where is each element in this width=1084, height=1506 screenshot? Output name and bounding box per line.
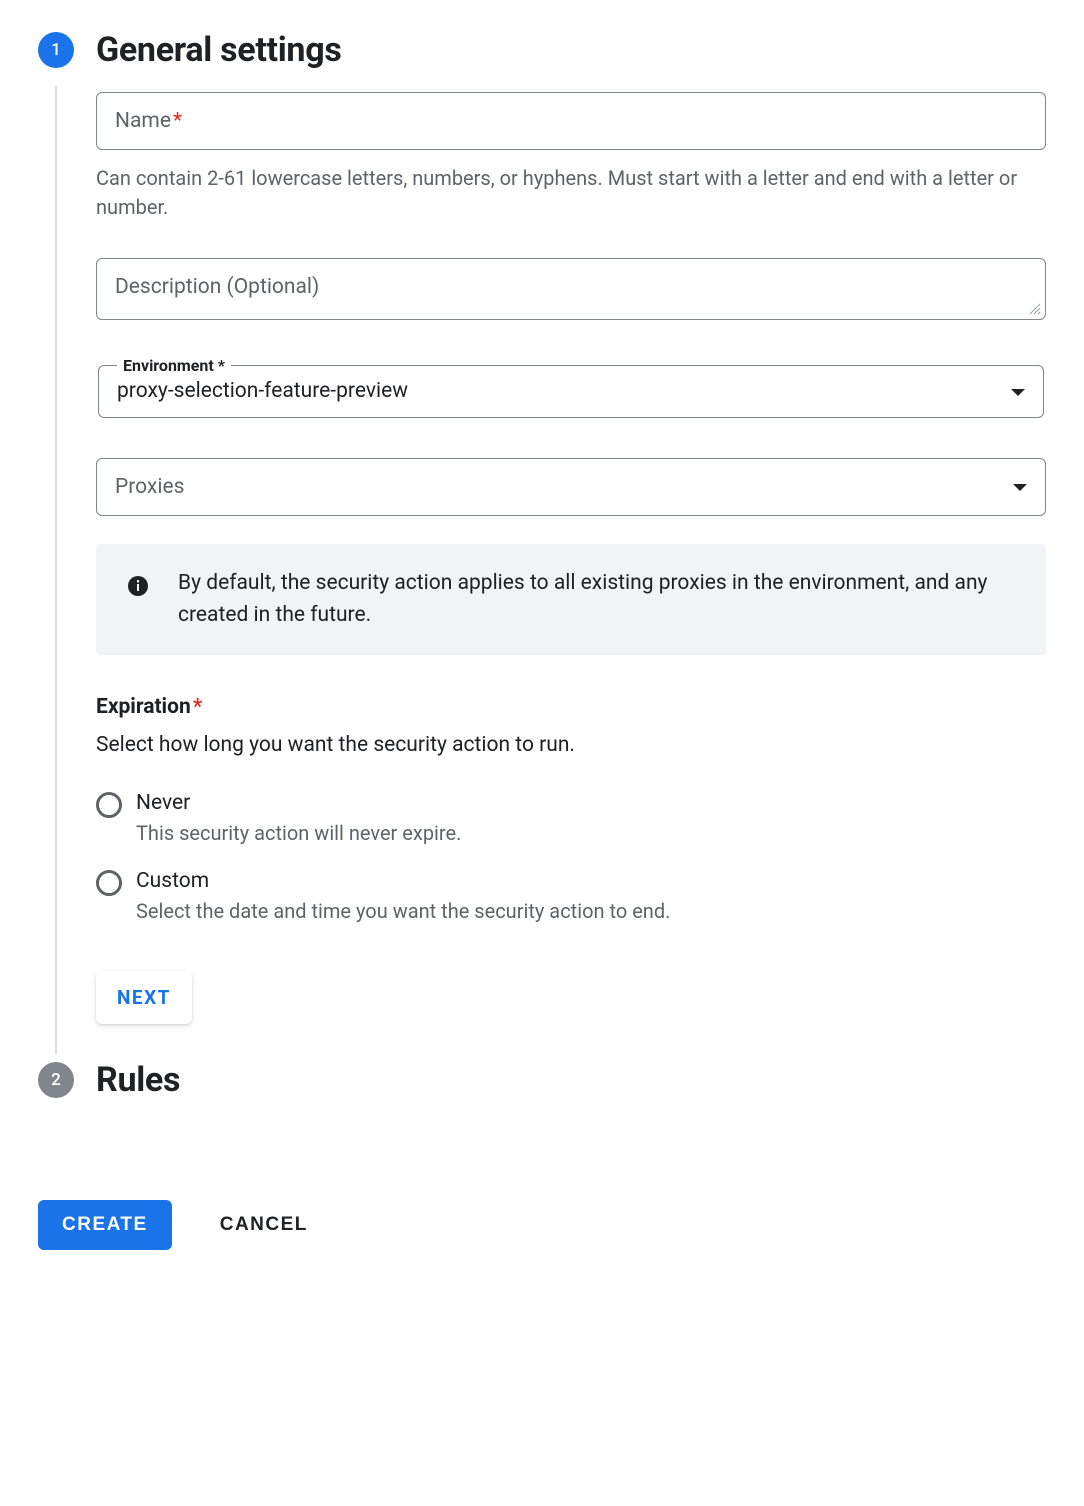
step-2-badge: 2 bbox=[38, 1062, 74, 1098]
environment-value: proxy-selection-feature-preview bbox=[117, 379, 408, 403]
expiration-desc: Select how long you want the security ac… bbox=[96, 733, 1046, 757]
radio-circle-icon bbox=[96, 792, 122, 818]
description-textarea[interactable]: Description (Optional) bbox=[96, 258, 1046, 320]
next-button[interactable]: NEXT bbox=[96, 971, 192, 1024]
dropdown-arrow-icon bbox=[1013, 484, 1027, 491]
radio-never-label: Never bbox=[136, 791, 461, 815]
radio-custom-desc: Select the date and time you want the se… bbox=[136, 899, 670, 923]
radio-never[interactable]: Never This security action will never ex… bbox=[96, 791, 1046, 845]
environment-select[interactable]: Environment * proxy-selection-feature-pr… bbox=[98, 356, 1044, 418]
step-2-number: 2 bbox=[51, 1070, 61, 1090]
proxies-placeholder: Proxies bbox=[115, 475, 184, 499]
name-helper-text: Can contain 2-61 lowercase letters, numb… bbox=[96, 164, 1046, 222]
footer-actions: CREATE CANCEL bbox=[38, 1200, 1046, 1250]
step-2-title: Rules bbox=[96, 1060, 180, 1100]
step-2-header[interactable]: 2 Rules bbox=[38, 1060, 1046, 1100]
info-box: By default, the security action applies … bbox=[96, 544, 1046, 655]
step-1-badge: 1 bbox=[38, 32, 74, 68]
environment-legend: Environment * bbox=[117, 356, 231, 375]
info-text: By default, the security action applies … bbox=[178, 568, 1018, 631]
cancel-button[interactable]: CANCEL bbox=[214, 1213, 314, 1237]
step-1-number: 1 bbox=[51, 40, 61, 60]
radio-custom[interactable]: Custom Select the date and time you want… bbox=[96, 869, 1046, 923]
name-input-placeholder: Name* bbox=[115, 109, 182, 133]
proxies-select[interactable]: Proxies bbox=[96, 458, 1046, 516]
radio-never-desc: This security action will never expire. bbox=[136, 821, 461, 845]
step-1-title: General settings bbox=[96, 30, 341, 70]
name-input[interactable]: Name* bbox=[96, 92, 1046, 150]
resize-handle-icon[interactable] bbox=[1029, 303, 1041, 315]
radio-custom-label: Custom bbox=[136, 869, 670, 893]
expiration-label: Expiration* bbox=[96, 695, 1046, 719]
step-1-content: Name* Can contain 2-61 lowercase letters… bbox=[55, 86, 1046, 1054]
step-1-header: 1 General settings bbox=[38, 30, 1046, 70]
dropdown-arrow-icon bbox=[1011, 389, 1025, 396]
info-icon bbox=[126, 574, 150, 598]
description-placeholder: Description (Optional) bbox=[115, 275, 319, 299]
create-button[interactable]: CREATE bbox=[38, 1200, 172, 1250]
radio-circle-icon bbox=[96, 870, 122, 896]
